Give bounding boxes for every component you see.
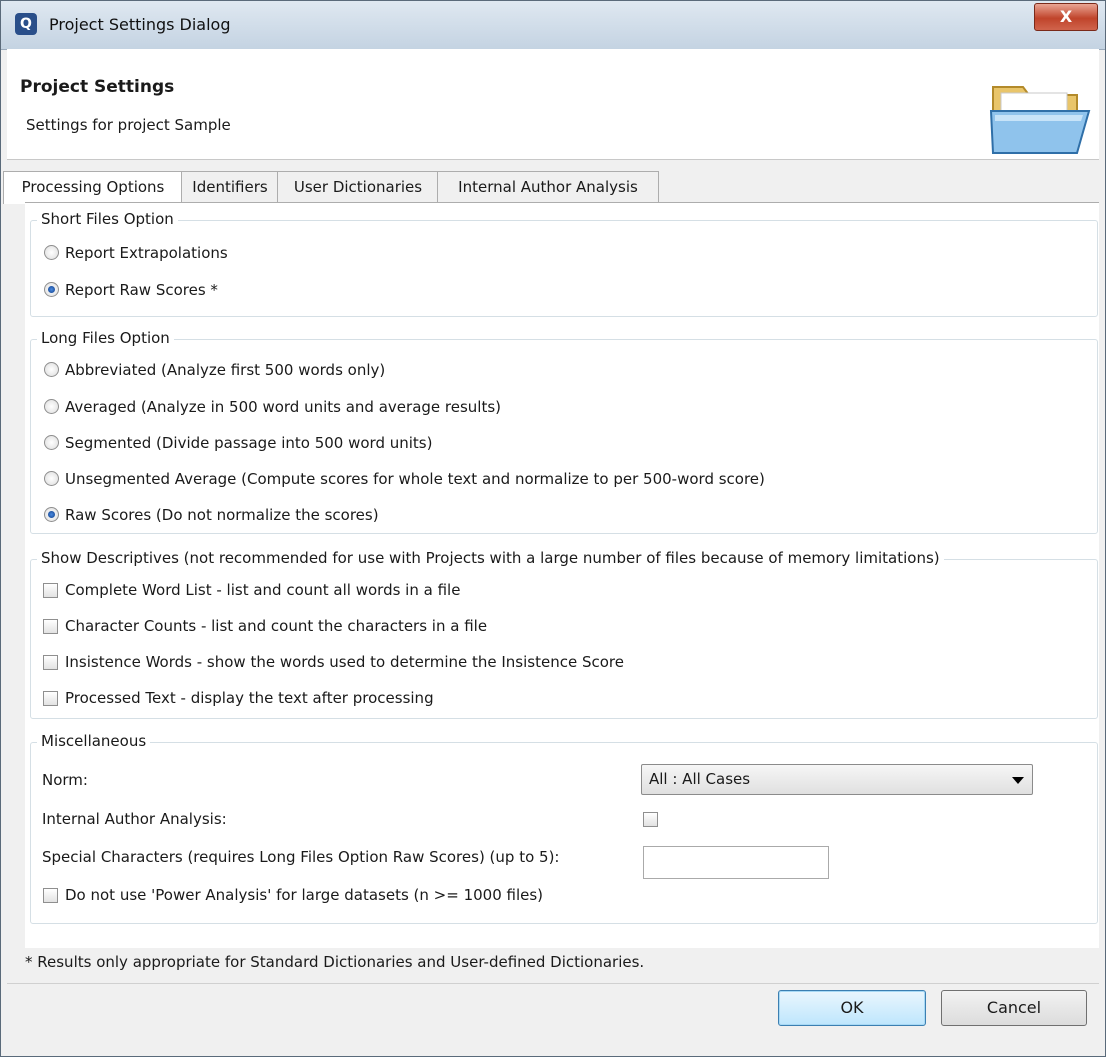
- checkbox-label: Character Counts - list and count the ch…: [65, 617, 488, 635]
- checkbox-label: Insistence Words - show the words used t…: [65, 653, 624, 671]
- radio-segmented[interactable]: [44, 435, 59, 450]
- internal-author-analysis-label: Internal Author Analysis:: [42, 810, 227, 828]
- radio-label: Abbreviated (Analyze first 500 words onl…: [65, 361, 386, 379]
- special-characters-label: Special Characters (requires Long Files …: [42, 848, 560, 866]
- miscellaneous-group: Miscellaneous Norm: All : All Cases Inte…: [30, 732, 1098, 924]
- unsegmented-average-option[interactable]: Unsegmented Average (Compute scores for …: [44, 467, 765, 491]
- short-files-group: Short Files Option Report Extrapolations…: [30, 210, 1098, 317]
- processed-text-option[interactable]: Processed Text - display the text after …: [43, 686, 434, 710]
- radio-label: Raw Scores (Do not normalize the scores): [65, 506, 379, 524]
- window-title: Project Settings Dialog: [49, 15, 231, 34]
- project-settings-dialog: Q Project Settings Dialog X Project Sett…: [0, 0, 1106, 1057]
- checkbox-complete-word-list[interactable]: [43, 583, 58, 598]
- report-raw-scores-option[interactable]: Report Raw Scores *: [44, 278, 218, 302]
- checkbox-label: Processed Text - display the text after …: [65, 689, 434, 707]
- page-subtitle: Settings for project Sample: [26, 116, 231, 134]
- tab-user-dictionaries[interactable]: User Dictionaries: [277, 171, 439, 203]
- checkbox-insistence-words[interactable]: [43, 655, 58, 670]
- character-counts-option[interactable]: Character Counts - list and count the ch…: [43, 614, 487, 638]
- tab-panel-processing-options: Short Files Option Report Extrapolations…: [25, 202, 1099, 948]
- checkbox-internal-author-analysis[interactable]: [643, 812, 658, 827]
- radio-unsegmented-average[interactable]: [44, 471, 59, 486]
- radio-abbreviated[interactable]: [44, 362, 59, 377]
- radio-averaged[interactable]: [44, 399, 59, 414]
- cancel-button[interactable]: Cancel: [941, 990, 1087, 1026]
- averaged-option[interactable]: Averaged (Analyze in 500 word units and …: [44, 395, 501, 419]
- tab-identifiers[interactable]: Identifiers: [181, 171, 279, 203]
- radio-report-extrapolations[interactable]: [44, 245, 59, 260]
- app-logo-icon: Q: [15, 13, 37, 35]
- radio-raw-scores[interactable]: [44, 507, 59, 522]
- descriptives-legend: Show Descriptives (not recommended for u…: [37, 549, 944, 567]
- descriptives-group: Show Descriptives (not recommended for u…: [30, 549, 1098, 719]
- tab-internal-author-analysis[interactable]: Internal Author Analysis: [437, 171, 659, 203]
- norm-select-value: All : All Cases: [649, 770, 751, 788]
- checkbox-label: Complete Word List - list and count all …: [65, 581, 461, 599]
- radio-label: Report Raw Scores *: [65, 281, 218, 299]
- complete-word-list-option[interactable]: Complete Word List - list and count all …: [43, 578, 460, 602]
- insistence-words-option[interactable]: Insistence Words - show the words used t…: [43, 650, 624, 674]
- checkbox-label: Do not use 'Power Analysis' for large da…: [65, 886, 544, 904]
- norm-label: Norm:: [42, 771, 88, 789]
- short-files-legend: Short Files Option: [37, 210, 178, 228]
- radio-label: Report Extrapolations: [65, 244, 228, 262]
- long-files-legend: Long Files Option: [37, 329, 174, 347]
- raw-scores-option[interactable]: Raw Scores (Do not normalize the scores): [44, 503, 379, 527]
- checkbox-processed-text[interactable]: [43, 691, 58, 706]
- tab-processing-options[interactable]: Processing Options: [3, 171, 183, 204]
- page-title: Project Settings: [20, 77, 175, 97]
- radio-label: Averaged (Analyze in 500 word units and …: [65, 398, 502, 416]
- power-analysis-option[interactable]: Do not use 'Power Analysis' for large da…: [43, 883, 543, 907]
- close-button[interactable]: X: [1034, 3, 1098, 31]
- title-bar[interactable]: Q Project Settings Dialog X: [1, 1, 1105, 50]
- radio-report-raw-scores[interactable]: [44, 282, 59, 297]
- miscellaneous-legend: Miscellaneous: [37, 732, 151, 750]
- long-files-group: Long Files Option Abbreviated (Analyze f…: [30, 329, 1098, 534]
- folder-open-icon: [989, 86, 1091, 154]
- checkbox-character-counts[interactable]: [43, 619, 58, 634]
- chevron-down-icon[interactable]: [1012, 777, 1024, 784]
- special-characters-input[interactable]: [643, 846, 829, 879]
- radio-label: Unsegmented Average (Compute scores for …: [65, 470, 765, 488]
- segmented-option[interactable]: Segmented (Divide passage into 500 word …: [44, 431, 432, 455]
- abbreviated-option[interactable]: Abbreviated (Analyze first 500 words onl…: [44, 358, 385, 382]
- footnote: * Results only appropriate for Standard …: [25, 953, 645, 971]
- checkbox-power-analysis[interactable]: [43, 888, 58, 903]
- norm-select[interactable]: All : All Cases: [641, 764, 1033, 795]
- ok-button[interactable]: OK: [778, 990, 926, 1026]
- dialog-header: Project Settings Settings for project Sa…: [7, 49, 1099, 160]
- divider: [7, 983, 1099, 984]
- radio-label: Segmented (Divide passage into 500 word …: [65, 434, 433, 452]
- report-extrapolations-option[interactable]: Report Extrapolations: [44, 241, 228, 265]
